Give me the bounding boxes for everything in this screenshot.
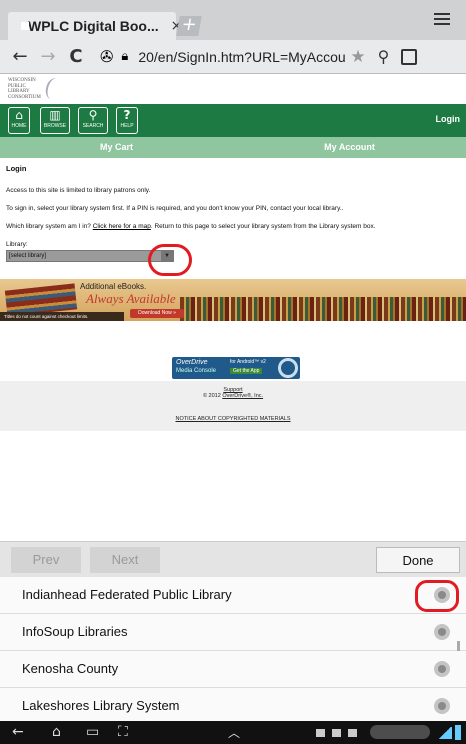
status-clock-area [370,725,430,739]
overdrive-logo-icon [278,358,298,378]
notification-icon [332,729,341,737]
recent-apps-icon[interactable]: ▭ [86,724,99,740]
tab-title: WPLC Digital Boo... [28,18,159,34]
nav-help-button[interactable]: ? HELP [116,107,138,134]
next-button[interactable]: Next [90,547,160,573]
login-instructions-text: To sign in, select your library system f… [6,205,344,212]
wplc-logo[interactable]: WISCONSIN PUBLIC LIBRARY CONSORTIUM [8,76,65,102]
option-label: Lakeshores Library System [22,698,180,713]
browser-menu-icon[interactable] [434,10,456,32]
prev-button[interactable]: Prev [11,547,81,573]
map-text-prefix: Which library system am I in? [6,223,93,230]
login-content: Login Access to this site is limited to … [6,164,462,262]
overdrive-link[interactable]: OverDrive®, Inc. [222,393,263,399]
option-label: Indianhead Federated Public Library [22,587,232,602]
bookshelf-image [180,297,466,321]
notification-icon [316,729,325,737]
new-tab-button[interactable]: + [176,14,202,36]
nav-home-button[interactable]: ⌂ HOME [8,107,30,134]
library-label: Library: [6,241,28,248]
browser-tab[interactable]: WPLC Digital Boo... × [8,12,182,40]
map-link[interactable]: Click here for a map [93,223,151,230]
system-nav-bar: ← ⌂ ▭ ⛶ ︿ [0,721,466,744]
library-select-value: [select library] [9,253,47,259]
overdrive-platform: for Android™ v2 [230,359,266,365]
overdrive-app-badge[interactable]: OverDrive Media Console for Android™ v2 … [172,357,300,379]
radio-button[interactable] [434,661,450,677]
nav-search-button[interactable]: ⚲ SEARCH [78,107,108,134]
battery-icon [455,725,461,740]
ebooks-banner[interactable]: Additional eBooks. Always Available Titl… [0,279,466,321]
tab-overview-icon[interactable] [401,48,418,65]
banner-headline: Additional eBooks. [80,282,147,291]
search-icon[interactable]: ⚲ [378,47,390,66]
banner-note: Titles do not count against checkout lim… [0,312,124,321]
copyright-notice-link[interactable]: NOTICE ABOUT COPYRIGHTED MATERIALS [175,416,290,422]
map-text-suffix: . Return to this page to select your lib… [150,223,376,230]
list-item[interactable]: Indianhead Federated Public Library [0,577,466,614]
screen: WPLC Digital Boo... × + ← → C ✇ 🔒︎ 20/en… [0,0,466,744]
my-account-link[interactable]: My Account [233,137,466,158]
search-icon: ⚲ [88,108,98,122]
login-heading: Login [6,164,27,173]
list-item[interactable]: Lakeshores Library System [0,688,466,725]
overdrive-product: Media Console [176,368,217,374]
book-icon: ▥ [49,108,61,122]
overdrive-brand: OverDrive [176,359,208,366]
list-item[interactable]: InfoSoup Libraries [0,614,466,651]
home-icon: ⌂ [15,108,23,122]
site-nav-bar: ⌂ HOME ▥ BROWSE ⚲ SEARCH ? HELP Login [0,104,466,137]
nav-search-label: SEARCH [82,123,104,129]
browser-tab-strip: WPLC Digital Boo... × + [0,0,466,40]
library-option-list: Indianhead Federated Public Library Info… [0,577,466,721]
bookmark-star-icon[interactable]: ★ [350,47,365,67]
radio-button[interactable] [434,698,450,714]
reload-icon[interactable]: C [62,46,90,67]
get-app-label: Get the App [230,368,263,374]
back-arrow-icon[interactable]: ← [6,46,34,67]
login-intro-text: Access to this site is limited to librar… [6,187,151,194]
url-field[interactable]: 20/en/SignIn.htm?URL=MyAccount%2ehtm [138,49,346,65]
notification-icon [348,729,357,737]
lock-icon: 🔒︎ [121,49,129,64]
address-bar: ← → C ✇ 🔒︎ 20/en/SignIn.htm?URL=MyAccoun… [0,40,466,74]
sub-nav: My Cart My Account [0,137,466,158]
banner-tagline: Always Available [86,291,176,306]
page-footer: Support © 2012 OverDrive®, Inc. NOTICE A… [0,381,466,431]
nav-browse-button[interactable]: ▥ BROWSE [40,107,70,134]
forward-arrow-icon[interactable]: → [34,46,62,67]
login-link[interactable]: Login [436,114,461,124]
my-cart-link[interactable]: My Cart [0,137,233,158]
chevron-up-icon[interactable]: ︿ [228,724,240,741]
select-picker-toolbar: Prev Next Done [0,541,466,577]
highlight-circle [148,244,192,276]
list-item[interactable]: Kenosha County [0,651,466,688]
home-icon[interactable]: ⌂ [52,724,61,740]
library-map-text: Which library system am I in? Click here… [6,223,462,230]
scrollbar[interactable] [457,641,460,651]
screenshot-icon[interactable]: ⛶ [118,724,128,740]
nav-home-label: HOME [11,123,27,129]
back-icon[interactable]: ← [12,724,24,740]
done-button[interactable]: Done [376,547,460,573]
site-header: WISCONSIN PUBLIC LIBRARY CONSORTIUM [0,75,466,104]
download-now-button[interactable]: Download Now » [130,309,184,318]
site-settings-icon[interactable]: ✇ [100,47,113,66]
option-label: InfoSoup Libraries [22,624,128,639]
wifi-icon [438,727,452,739]
highlight-circle [415,580,459,612]
nav-browse-label: BROWSE [43,123,67,129]
option-label: Kenosha County [22,661,119,676]
nav-help-label: HELP [120,123,134,129]
radio-button[interactable] [434,624,450,640]
copyright-text: © 2012 [202,393,223,399]
question-icon: ? [123,108,131,122]
